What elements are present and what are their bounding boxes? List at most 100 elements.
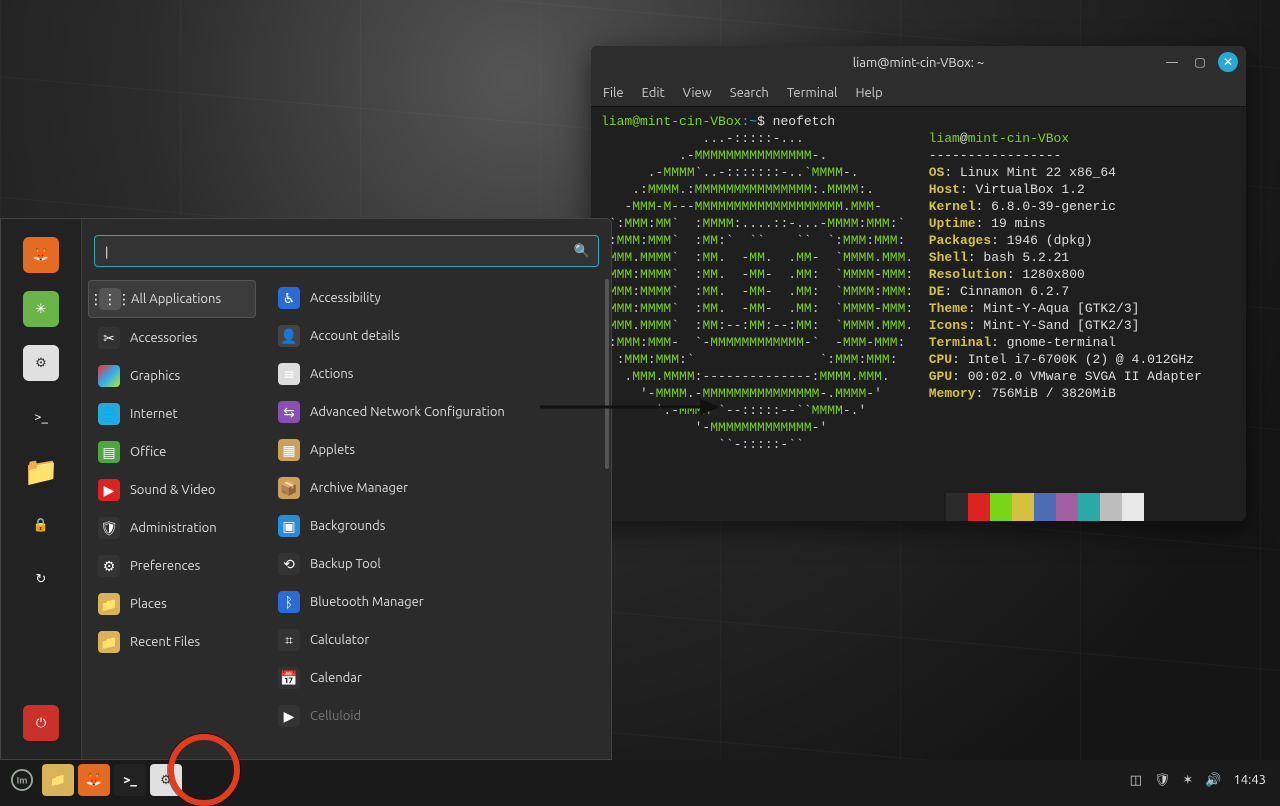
firefox-launcher[interactable]: 🦊: [78, 764, 110, 796]
category-icon: ▶: [98, 479, 120, 501]
terminal-menu-file[interactable]: File: [603, 86, 624, 100]
menu-search-input[interactable]: [103, 243, 568, 260]
menu-app-item[interactable]: ▶ Celluloid: [268, 698, 605, 734]
app-label: Celluloid: [310, 709, 361, 723]
category-label: All Applications: [131, 292, 221, 306]
app-label: Account details: [310, 329, 400, 343]
category-label: Preferences: [130, 559, 200, 573]
app-label: Backgrounds: [310, 519, 385, 533]
app-label: Accessibility: [310, 291, 381, 305]
chat-icon[interactable]: ✳: [23, 291, 59, 327]
annotation-highlight-circle: [168, 734, 240, 806]
menu-category[interactable]: ⚙ Preferences: [88, 548, 256, 584]
menu-app-item[interactable]: 👤 Account details: [268, 318, 605, 354]
category-icon: 📁: [98, 593, 120, 615]
category-label: Office: [130, 445, 166, 459]
app-icon: ▶: [278, 705, 300, 727]
menu-apps-list: ♿ Accessibility 👤 Account details ≡ Actions ⇆ A…: [262, 275, 611, 759]
menu-app-item[interactable]: 📅 Calendar: [268, 660, 605, 696]
menu-app-item[interactable]: ▣Backgrounds: [268, 508, 605, 544]
category-label: Places: [130, 597, 167, 611]
workspace-icon[interactable]: ◫: [1130, 773, 1142, 788]
app-label: Backup Tool: [310, 557, 381, 571]
settings-icon[interactable]: ⚙: [23, 345, 59, 381]
terminal-window: liam@mint-cin-VBox: ~ — ▢ ✕ File Edit View…: [591, 46, 1246, 521]
app-icon: ≡: [278, 363, 300, 385]
terminal-menu-terminal[interactable]: Terminal: [787, 86, 838, 100]
app-icon: ⇆: [278, 401, 300, 423]
menu-category[interactable]: 🛡 Administration: [88, 510, 256, 546]
category-icon: ⚙: [98, 555, 120, 577]
app-icon: ᛒ: [278, 591, 300, 613]
menu-category[interactable]: Graphics: [88, 358, 256, 394]
terminal-title-text: liam@mint-cin-VBox: ~: [853, 56, 985, 70]
app-icon: ⌗: [278, 629, 300, 651]
terminal-body[interactable]: liam@mint-cin-VBox:~$ neofetch ...-:::::…: [591, 107, 1246, 521]
category-icon: ⋮⋮⋮: [99, 288, 121, 310]
menu-app-item[interactable]: ⟲ Backup Tool: [268, 546, 605, 582]
app-label: Bluetooth Manager: [310, 595, 424, 609]
app-label: Advanced Network Configuration: [310, 405, 505, 419]
category-icon: [98, 365, 120, 387]
terminal-titlebar[interactable]: liam@mint-cin-VBox: ~ — ▢ ✕: [591, 46, 1246, 80]
category-label: Sound & Video: [130, 483, 216, 497]
taskbar-clock[interactable]: 14:43: [1233, 773, 1266, 787]
terminal-menu-help[interactable]: Help: [855, 86, 882, 100]
menu-category[interactable]: ⋮⋮⋮ All Applications: [88, 280, 256, 318]
category-label: Internet: [130, 407, 178, 421]
menu-category[interactable]: 📁 Places: [88, 586, 256, 622]
firefox-icon[interactable]: 🦊: [23, 237, 59, 273]
terminal-menu-edit[interactable]: Edit: [642, 86, 665, 100]
svg-text:lm: lm: [17, 776, 28, 786]
network-icon[interactable]: ✶: [1182, 773, 1193, 788]
app-icon: ⟲: [278, 553, 300, 575]
power-icon[interactable]: ⏻: [23, 705, 59, 741]
menu-app-item[interactable]: ≡ Actions: [268, 356, 605, 392]
menu-category[interactable]: 📁 Recent Files: [88, 624, 256, 660]
files-launcher[interactable]: 📁: [42, 764, 74, 796]
app-icon: ▦: [278, 439, 300, 461]
category-label: Recent Files: [130, 635, 200, 649]
volume-icon[interactable]: 🔊: [1205, 773, 1221, 788]
search-icon: 🔍: [574, 244, 590, 259]
menu-app-item[interactable]: ▦ Applets: [268, 432, 605, 468]
terminal-icon[interactable]: >_: [23, 399, 59, 435]
menu-categories: ⋮⋮⋮ All Applications ✂Accessories Graphics 🌐…: [82, 275, 262, 759]
app-label: Applets: [310, 443, 355, 457]
terminal-menu-view[interactable]: View: [683, 86, 712, 100]
category-label: Administration: [130, 521, 217, 535]
menu-app-item[interactable]: ♿ Accessibility: [268, 280, 605, 316]
menu-button[interactable]: lm: [6, 764, 38, 796]
menu-category[interactable]: ▶ Sound & Video: [88, 472, 256, 508]
menu-category[interactable]: ▤ Office: [88, 434, 256, 470]
app-icon: ♿: [278, 287, 300, 309]
window-minimize-button[interactable]: —: [1162, 52, 1182, 72]
logout-icon[interactable]: ↻: [23, 561, 59, 597]
category-icon: ▤: [98, 441, 120, 463]
system-tray: ◫ 🛡 ✶ 🔊 14:43: [1130, 773, 1274, 788]
app-label: Actions: [310, 367, 353, 381]
menu-scrollbar[interactable]: [605, 279, 609, 469]
menu-app-item[interactable]: ⌗ Calculator: [268, 622, 605, 658]
terminal-menubar: File Edit View Search Terminal Help: [591, 80, 1246, 107]
shield-icon[interactable]: 🛡: [1154, 773, 1171, 788]
menu-category[interactable]: 🌐Internet: [88, 396, 256, 432]
menu-app-item[interactable]: ᛒ Bluetooth Manager: [268, 584, 605, 620]
window-maximize-button[interactable]: ▢: [1190, 52, 1210, 72]
category-icon: 🛡: [98, 517, 120, 539]
lock-icon[interactable]: 🔒: [23, 507, 59, 543]
app-label: Calendar: [310, 671, 362, 685]
app-label: Calculator: [310, 633, 369, 647]
terminal-menu-search[interactable]: Search: [730, 86, 769, 100]
menu-app-item[interactable]: 📦Archive Manager: [268, 470, 605, 506]
app-icon: 📅: [278, 667, 300, 689]
files-icon[interactable]: 📁: [23, 453, 59, 489]
menu-app-item[interactable]: ⇆ Advanced Network Configuration: [268, 394, 605, 430]
terminal-launcher[interactable]: >_: [114, 764, 146, 796]
window-close-button[interactable]: ✕: [1218, 52, 1238, 72]
category-icon: 📁: [98, 631, 120, 653]
menu-category[interactable]: ✂Accessories: [88, 320, 256, 356]
app-icon: 👤: [278, 325, 300, 347]
category-label: Graphics: [130, 369, 180, 383]
menu-search[interactable]: 🔍: [94, 235, 599, 267]
